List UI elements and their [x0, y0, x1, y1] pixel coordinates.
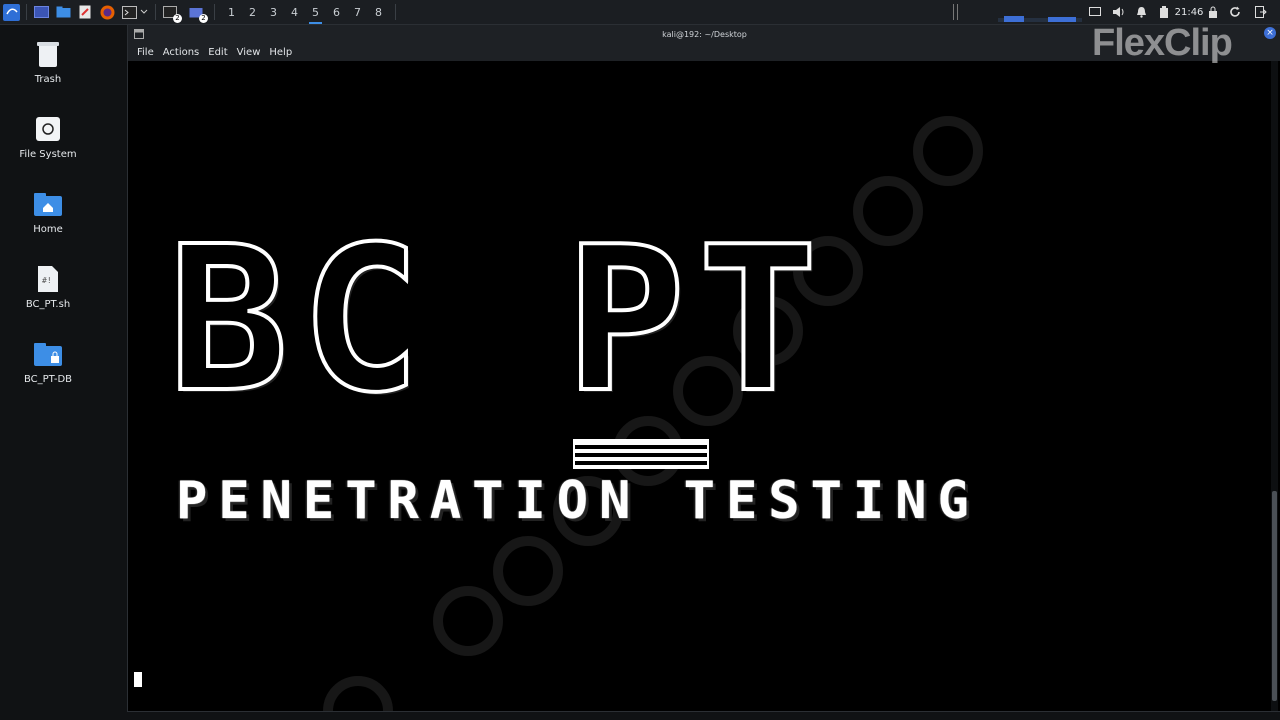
- drive-icon: [34, 115, 62, 143]
- menu-edit[interactable]: Edit: [208, 47, 227, 58]
- kali-menu-icon[interactable]: [3, 3, 20, 21]
- locked-folder-icon: [34, 340, 62, 368]
- terminal-cursor: [134, 672, 142, 687]
- terminal-scrollbar[interactable]: [1271, 61, 1278, 711]
- flexclip-watermark: FlexClip: [1092, 22, 1233, 64]
- script-file-icon: #!: [34, 265, 62, 293]
- menu-actions[interactable]: Actions: [163, 47, 200, 58]
- trash-icon: [34, 40, 62, 68]
- notification-bell-icon[interactable]: [1134, 0, 1148, 24]
- show-desktop-icon[interactable]: [33, 4, 49, 20]
- home-folder-icon: [34, 190, 62, 218]
- workspace-7[interactable]: 7: [347, 0, 368, 24]
- top-panel: 2 2 1 2 3 4 5 6 7 8 21:46: [0, 0, 1280, 25]
- window-count-badge: 2: [199, 14, 208, 23]
- cpu-graph: [998, 0, 1082, 24]
- panel-separator: [155, 4, 156, 20]
- window-menu-icon[interactable]: [134, 29, 144, 41]
- banner-title: BC PT: [166, 204, 831, 437]
- desktop-icon-bc-pt-db[interactable]: BC_PT-DB: [8, 340, 88, 385]
- workspace-4[interactable]: 4: [284, 0, 305, 24]
- volume-icon[interactable]: [1111, 0, 1125, 24]
- terminal-launcher-icon[interactable]: [121, 4, 137, 20]
- file-manager-icon[interactable]: [55, 4, 71, 20]
- refresh-icon[interactable]: [1228, 0, 1242, 24]
- workspace-8[interactable]: 8: [368, 0, 389, 24]
- workspace-6[interactable]: 6: [326, 0, 347, 24]
- firefox-icon[interactable]: [99, 4, 115, 20]
- desktop-icon-bc-pt-sh[interactable]: #! BC_PT.sh: [8, 265, 88, 310]
- desktop-icon-file-system[interactable]: File System: [8, 115, 88, 160]
- workspace-3[interactable]: 3: [263, 0, 284, 24]
- desktop-icon-home[interactable]: Home: [8, 190, 88, 235]
- desktop-icon-label: Home: [33, 224, 63, 235]
- menu-view[interactable]: View: [237, 47, 261, 58]
- taskbar-terminal-window[interactable]: 2: [162, 4, 182, 23]
- taskbar-filemanager-window[interactable]: 2: [188, 4, 208, 23]
- panel-separator: [26, 4, 27, 20]
- desktop-icon-label: Trash: [34, 74, 62, 85]
- panel-separator: [214, 4, 215, 20]
- close-icon[interactable]: ×: [1264, 27, 1276, 39]
- workspace-2[interactable]: 2: [242, 0, 263, 24]
- battery-icon: [1157, 0, 1171, 24]
- logout-icon[interactable]: [1254, 0, 1268, 24]
- desktop-icon-trash[interactable]: Trash: [8, 40, 88, 85]
- lock-screen-icon[interactable]: [1206, 0, 1220, 24]
- chevron-down-icon[interactable]: [139, 4, 149, 20]
- window-count-badge: 2: [173, 14, 182, 23]
- banner-subtitle: PENETRATION TESTING: [176, 471, 980, 531]
- desktop-icon-label: BC_PT-DB: [23, 374, 73, 385]
- window-title: kali@192: ~/Desktop: [662, 29, 747, 39]
- panel-handle: [952, 0, 960, 24]
- text-editor-icon[interactable]: [77, 4, 93, 20]
- menu-help[interactable]: Help: [269, 47, 292, 58]
- workspace-5[interactable]: 5: [305, 0, 326, 24]
- menu-file[interactable]: File: [137, 47, 154, 58]
- screen-icon[interactable]: [1088, 0, 1102, 24]
- panel-clock[interactable]: 21:46: [1175, 0, 1204, 24]
- svg-text:#!: #!: [42, 276, 52, 285]
- banner-divider: [573, 439, 709, 469]
- terminal-window: kali@192: ~/Desktop File Actions Edit Vi…: [127, 24, 1280, 712]
- terminal-output[interactable]: BC PT PENETRATION TESTING: [128, 61, 1268, 711]
- workspace-1[interactable]: 1: [221, 0, 242, 24]
- scrollbar-thumb[interactable]: [1272, 491, 1277, 701]
- desktop-icon-label: BC_PT.sh: [25, 299, 71, 310]
- desktop-icon-label: File System: [19, 149, 77, 160]
- panel-separator: [395, 4, 396, 20]
